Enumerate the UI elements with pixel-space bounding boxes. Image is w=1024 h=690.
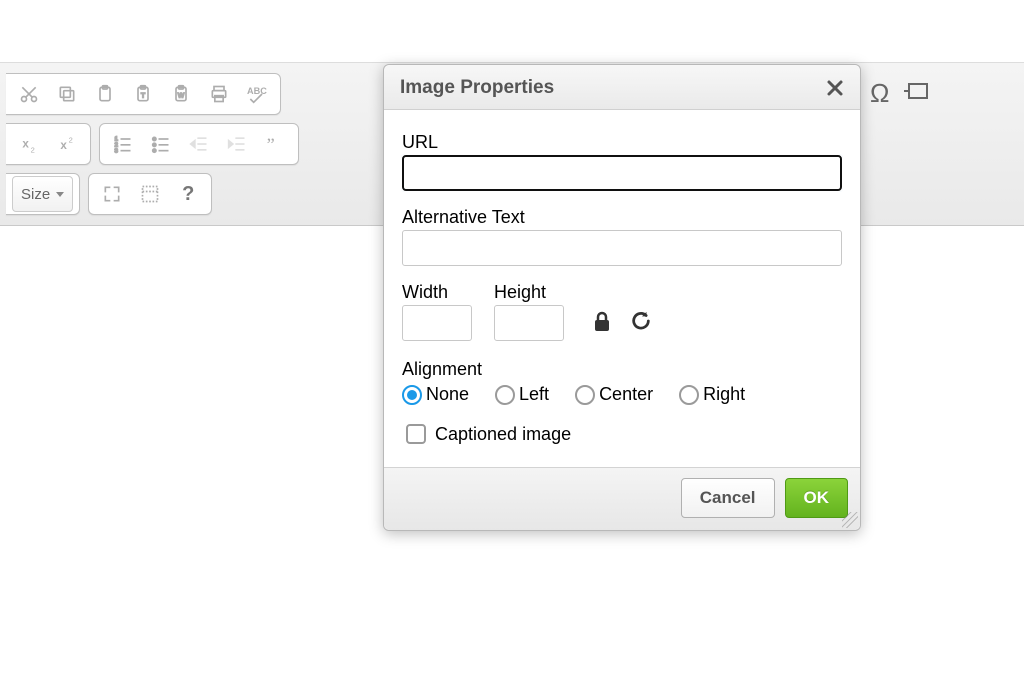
toolbar-group-lists: 123 ” <box>99 123 299 165</box>
alignment-right-label: Right <box>703 384 745 405</box>
width-label: Width <box>402 282 472 303</box>
url-input[interactable] <box>402 155 842 191</box>
svg-text:T: T <box>141 92 145 99</box>
alignment-right-radio[interactable] <box>679 385 699 405</box>
help-button[interactable]: ? <box>169 176 207 212</box>
ok-button[interactable]: OK <box>785 478 849 518</box>
outdent-icon[interactable] <box>180 126 218 162</box>
height-input[interactable] <box>494 305 564 341</box>
insert-iframe-icon[interactable] <box>903 80 929 107</box>
captioned-image-label: Captioned image <box>435 424 571 445</box>
paste-text-icon[interactable]: T <box>124 76 162 112</box>
alignment-none-label: None <box>426 384 469 405</box>
maximize-icon[interactable] <box>93 176 131 212</box>
alignment-left-label: Left <box>519 384 549 405</box>
alignment-none-radio[interactable] <box>402 385 422 405</box>
blockquote-icon[interactable]: ” <box>256 126 294 162</box>
resize-grip[interactable] <box>842 512 858 528</box>
svg-text:x: x <box>60 139 67 152</box>
numbered-list-icon[interactable]: 123 <box>104 126 142 162</box>
alignment-center[interactable]: Center <box>575 384 653 405</box>
alignment-right[interactable]: Right <box>679 384 745 405</box>
lock-ratio-button[interactable] <box>592 310 612 337</box>
omega-icon[interactable]: Ω <box>870 78 889 109</box>
svg-text:”: ” <box>267 135 275 154</box>
refresh-icon <box>630 310 652 332</box>
toolbar-group-clipboard: T W ABC <box>6 73 281 115</box>
close-icon <box>826 79 844 97</box>
svg-text:3: 3 <box>115 148 118 154</box>
dialog-footer: Cancel OK <box>384 467 860 530</box>
width-input[interactable] <box>402 305 472 341</box>
svg-text:W: W <box>178 92 185 99</box>
dialog-titlebar[interactable]: Image Properties <box>384 65 860 110</box>
close-button[interactable] <box>824 77 846 99</box>
toolbar-right-icons: Ω <box>870 78 929 109</box>
bulleted-list-icon[interactable] <box>142 126 180 162</box>
captioned-image-checkbox[interactable] <box>406 424 426 444</box>
cancel-button[interactable]: Cancel <box>681 478 775 518</box>
cut-icon[interactable] <box>10 76 48 112</box>
url-label: URL <box>402 132 842 153</box>
alignment-center-label: Center <box>599 384 653 405</box>
toolbar-group-script: x2 x2 <box>6 123 91 165</box>
svg-text:2: 2 <box>31 145 35 154</box>
question-mark-icon: ? <box>182 183 194 206</box>
paste-icon[interactable] <box>86 76 124 112</box>
svg-text:2: 2 <box>69 135 73 144</box>
chevron-down-icon <box>56 192 64 197</box>
reset-size-button[interactable] <box>630 310 652 337</box>
subscript-icon[interactable]: x2 <box>10 126 48 162</box>
show-blocks-icon[interactable] <box>131 176 169 212</box>
image-properties-dialog: Image Properties URL Alternative Text Wi… <box>383 64 861 531</box>
paste-word-icon[interactable]: W <box>162 76 200 112</box>
toolbar-group-size: Size <box>6 173 80 215</box>
lock-icon <box>592 310 612 332</box>
svg-text:ABC: ABC <box>247 86 267 96</box>
indent-icon[interactable] <box>218 126 256 162</box>
font-size-label: Size <box>21 186 50 203</box>
alignment-none[interactable]: None <box>402 384 469 405</box>
alignment-center-radio[interactable] <box>575 385 595 405</box>
font-size-dropdown[interactable]: Size <box>12 176 73 212</box>
copy-icon[interactable] <box>48 76 86 112</box>
toolbar-group-tools: ? <box>88 173 212 215</box>
dialog-body: URL Alternative Text Width Height A <box>384 110 860 467</box>
height-label: Height <box>494 282 564 303</box>
print-icon[interactable] <box>200 76 238 112</box>
captioned-image-option[interactable]: Captioned image <box>402 421 571 447</box>
spellcheck-icon[interactable]: ABC <box>238 76 276 112</box>
alignment-label: Alignment <box>402 359 842 380</box>
superscript-icon[interactable]: x2 <box>48 126 86 162</box>
alignment-options: None Left Center Right <box>402 384 842 405</box>
dimensions-row: Width Height <box>402 282 842 341</box>
alignment-left-radio[interactable] <box>495 385 515 405</box>
alignment-left[interactable]: Left <box>495 384 549 405</box>
dialog-title: Image Properties <box>400 77 554 99</box>
alt-text-input[interactable] <box>402 230 842 266</box>
svg-text:x: x <box>22 137 29 150</box>
alt-text-label: Alternative Text <box>402 207 842 228</box>
